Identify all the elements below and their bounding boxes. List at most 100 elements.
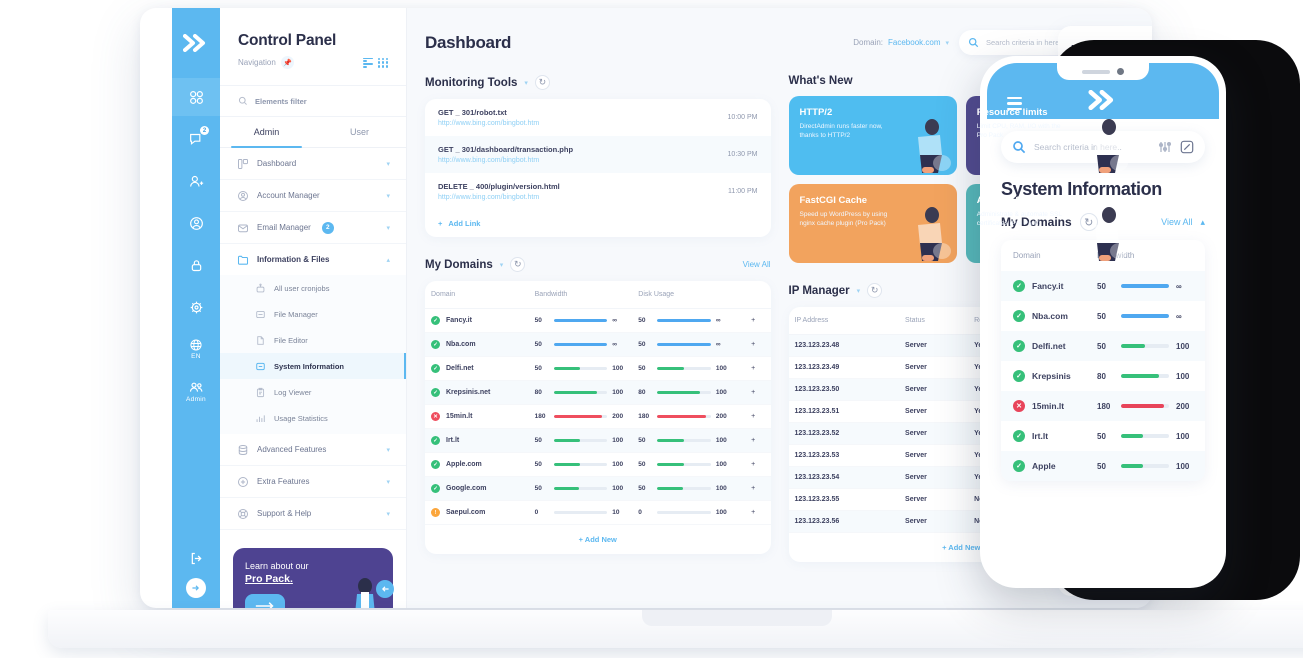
nav-item-account-manager[interactable]: Account Manager ▾ bbox=[220, 180, 406, 212]
bandwidth-bar bbox=[553, 415, 608, 418]
nav-item-information-files[interactable]: Information & Files ▴ bbox=[220, 244, 406, 275]
chevron-down-icon[interactable]: ▾ bbox=[386, 446, 390, 454]
tab-user[interactable]: User bbox=[313, 117, 406, 147]
whats-new-card[interactable]: HTTP/2 DirectAdmin runs faster now, thank… bbox=[788, 96, 957, 175]
add-link-button[interactable]: + Add Link bbox=[425, 210, 771, 237]
chevron-down-icon[interactable]: ▾ bbox=[524, 79, 528, 87]
nav-subitem-all-user-cronjobs[interactable]: All user cronjobs bbox=[220, 275, 406, 301]
chevrons-right-logo[interactable] bbox=[180, 30, 212, 56]
domain-selector[interactable]: Domain: Facebook.com ▾ bbox=[853, 38, 949, 47]
table-row[interactable]: ✕ 15min.lt 180 200 bbox=[1001, 391, 1205, 421]
nav-item-support-help[interactable]: Support & Help ▾ bbox=[220, 498, 406, 530]
lifebuoy-icon bbox=[236, 507, 249, 520]
bandwidth-value: 80 bbox=[534, 389, 542, 396]
phone-view-all[interactable]: View All bbox=[1161, 217, 1192, 227]
my-domains-add-new[interactable]: + Add New bbox=[425, 525, 771, 554]
table-row[interactable]: ✓ Irt.lt 50 100 bbox=[1001, 421, 1205, 451]
monitoring-row-url[interactable]: http://www.bing.com/bingbot.htm bbox=[438, 157, 728, 164]
collapse-arrow-icon[interactable] bbox=[186, 578, 206, 598]
collapse-left-icon[interactable] bbox=[376, 580, 394, 598]
table-row[interactable]: ✓ Fancy.it 50 ∞ 50 ∞ + bbox=[425, 308, 771, 333]
monitoring-row[interactable]: GET _ 301/robot.txt http://www.bing.com/… bbox=[425, 99, 771, 136]
row-expand-button[interactable]: + bbox=[735, 452, 771, 477]
pro-pack-promo[interactable]: Learn about our Pro Pack. bbox=[233, 548, 393, 608]
row-expand-button[interactable]: + bbox=[735, 500, 771, 525]
table-row[interactable]: ✓ Nba.com 50 ∞ 50 ∞ + bbox=[425, 332, 771, 357]
chevron-down-icon[interactable]: ▾ bbox=[857, 287, 861, 295]
nav-subitem-usage-statistics[interactable]: Usage Statistics bbox=[220, 405, 406, 431]
nav-item-dashboard[interactable]: Dashboard ▾ bbox=[220, 148, 406, 180]
rail-item-apps[interactable] bbox=[172, 78, 220, 116]
rail-item-settings[interactable] bbox=[172, 288, 220, 326]
nav-subitem-log-viewer[interactable]: Log Viewer bbox=[220, 379, 406, 405]
chevron-down-icon[interactable]: ▾ bbox=[386, 160, 390, 168]
table-row[interactable]: ✓ Apple 50 100 bbox=[1001, 451, 1205, 481]
elements-filter[interactable]: Elements filter bbox=[220, 85, 406, 117]
chevron-up-icon[interactable]: ▴ bbox=[1200, 217, 1205, 228]
table-row[interactable]: ✓ Nba.com 50 ∞ bbox=[1001, 301, 1205, 331]
rail-item-admin[interactable]: Admin bbox=[172, 372, 220, 410]
chevron-down-icon[interactable]: ▾ bbox=[386, 510, 390, 518]
table-row[interactable]: ✓ Krepsinis 80 100 bbox=[1001, 361, 1205, 391]
grid-view-icon[interactable] bbox=[378, 57, 388, 68]
row-expand-button[interactable]: + bbox=[735, 356, 771, 381]
rail-item-language[interactable]: EN bbox=[172, 330, 220, 368]
monitoring-row[interactable]: DELETE _ 400/plugin/version.html http://… bbox=[425, 173, 771, 210]
list-view-icon[interactable] bbox=[363, 57, 373, 68]
row-expand-button[interactable]: + bbox=[735, 476, 771, 501]
table-row[interactable]: ! Saepul.com 0 10 0 100 + bbox=[425, 500, 771, 525]
tab-admin[interactable]: Admin bbox=[220, 117, 313, 148]
refresh-icon[interactable]: ↻ bbox=[534, 75, 550, 90]
table-row[interactable]: ✓ Delfi.net 50 100 bbox=[1001, 331, 1205, 361]
my-domains-view-all[interactable]: View All bbox=[743, 260, 771, 269]
page-title: Dashboard bbox=[425, 32, 512, 52]
nav-subtitle: Navigation bbox=[238, 58, 276, 67]
monitoring-row-url[interactable]: http://www.bing.com/bingbot.htm bbox=[438, 120, 728, 127]
logout-icon[interactable] bbox=[189, 551, 204, 566]
chevron-down-icon[interactable]: ▾ bbox=[386, 224, 390, 232]
table-row[interactable]: ✕ 15min.lt 180 200 180 200 + bbox=[425, 404, 771, 429]
nav-subitem-file-manager[interactable]: File Manager bbox=[220, 301, 406, 327]
edit-square-icon[interactable] bbox=[1180, 140, 1194, 154]
status-dot-ok: ✓ bbox=[431, 364, 440, 373]
chevron-down-icon[interactable]: ▾ bbox=[386, 478, 390, 486]
row-expand-button[interactable]: + bbox=[735, 380, 771, 405]
ip-manager-title: IP Manager bbox=[788, 284, 850, 297]
chevron-down-icon[interactable]: ▾ bbox=[500, 261, 504, 269]
pin-icon[interactable]: 📌 bbox=[280, 56, 294, 69]
cell-ip: 123.123.23.51 bbox=[788, 400, 900, 423]
rail-item-account[interactable] bbox=[172, 204, 220, 242]
arrow-right-icon[interactable] bbox=[245, 594, 285, 608]
chevron-down-icon[interactable]: ▾ bbox=[945, 39, 949, 47]
whats-new-card[interactable]: FastCGI Cache Speed up WordPress by using… bbox=[788, 184, 957, 263]
table-row[interactable]: ✓ Fancy.it 50 ∞ bbox=[1001, 271, 1205, 301]
monitoring-row-url[interactable]: http://www.bing.com/bingbot.htm bbox=[438, 194, 728, 201]
row-expand-button[interactable]: + bbox=[735, 428, 771, 453]
table-row[interactable]: ✓ Apple.com 50 100 50 100 + bbox=[425, 452, 771, 477]
table-row[interactable]: ✓ Krepsinis.net 80 100 80 100 + bbox=[425, 380, 771, 405]
row-expand-button[interactable]: + bbox=[735, 404, 771, 429]
sliders-icon[interactable] bbox=[1158, 140, 1172, 154]
row-expand-button[interactable]: + bbox=[735, 308, 771, 333]
rail-item-user-add[interactable] bbox=[172, 162, 220, 200]
row-expand-button[interactable]: + bbox=[735, 332, 771, 357]
refresh-icon[interactable]: ↻ bbox=[510, 257, 526, 272]
table-row[interactable]: ✓ Delfi.net 50 100 50 100 + bbox=[425, 356, 771, 381]
chevron-up-icon[interactable]: ▴ bbox=[386, 256, 390, 264]
table-row[interactable]: ✓ Google.com 50 100 50 100 + bbox=[425, 476, 771, 501]
nav-item-extra-features[interactable]: Extra Features ▾ bbox=[220, 466, 406, 498]
monitoring-row[interactable]: GET _ 301/dashboard/transaction.php http… bbox=[425, 136, 771, 173]
col-domain: Domain bbox=[425, 281, 529, 309]
disk-value: 0 bbox=[638, 509, 642, 516]
rail-item-messages[interactable]: 2 bbox=[172, 120, 220, 158]
rail-item-security[interactable] bbox=[172, 246, 220, 284]
nav-subitem-file-editor[interactable]: File Editor bbox=[220, 327, 406, 353]
refresh-icon[interactable]: ↻ bbox=[867, 283, 883, 298]
nav-item-advanced-features[interactable]: Advanced Features ▾ bbox=[220, 434, 406, 466]
cell-status: Server bbox=[899, 378, 969, 401]
nav-item-email-manager[interactable]: Email Manager 2 ▾ bbox=[220, 212, 406, 244]
chevron-down-icon[interactable]: ▾ bbox=[386, 192, 390, 200]
table-row[interactable]: ✓ Irt.lt 50 100 50 100 + bbox=[425, 428, 771, 453]
nav-subitem-system-information[interactable]: System Information bbox=[220, 353, 406, 379]
bandwidth-bar bbox=[1121, 374, 1169, 378]
